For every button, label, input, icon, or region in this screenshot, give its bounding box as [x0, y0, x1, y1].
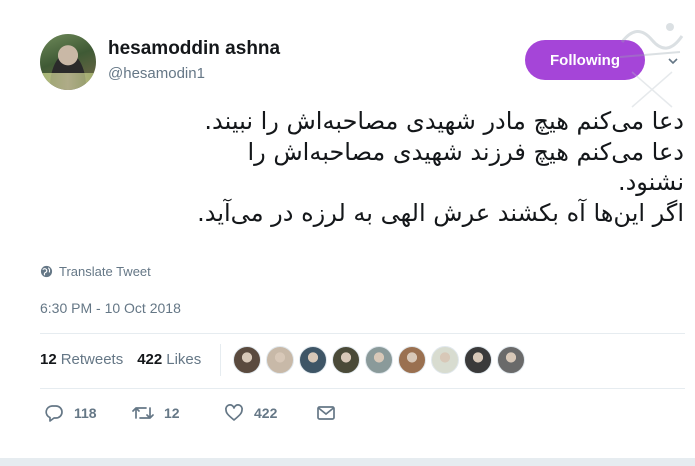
like-icon: [225, 404, 243, 421]
likes-count: 422: [137, 351, 163, 368]
liker-avatars: [233, 346, 525, 374]
liker-avatar[interactable]: [431, 346, 459, 374]
avatar[interactable]: [40, 34, 96, 90]
user-handle[interactable]: @hesamodin1: [108, 65, 205, 82]
translate-tweet-link[interactable]: Translate Tweet: [40, 264, 151, 279]
tweet-line: دعا می‌کنم هیچ مادر شهیدی مصاحبه‌اش را ن…: [204, 107, 684, 135]
globe-icon: [40, 265, 53, 278]
retweet-icon: [132, 407, 154, 419]
direct-message-icon: [317, 406, 335, 420]
liker-avatar[interactable]: [332, 346, 360, 374]
retweets-count: 12: [40, 351, 57, 368]
reply-count: 118: [74, 405, 97, 421]
likes-stat[interactable]: 422 Likes: [137, 351, 201, 368]
divider: [0, 458, 695, 466]
divider: [40, 388, 685, 389]
retweets-stat[interactable]: 12 Retweets: [40, 351, 123, 368]
retweets-label: Retweets: [60, 351, 124, 368]
reply-button[interactable]: 118: [44, 403, 132, 423]
user-display-name[interactable]: hesamoddin ashna: [108, 38, 280, 60]
like-count: 422: [254, 405, 278, 421]
tweet-stats: 12 Retweets 422 Likes: [40, 351, 201, 368]
divider: [40, 333, 685, 334]
divider: [220, 344, 221, 376]
like-button[interactable]: 422: [224, 403, 316, 423]
translate-tweet-label: Translate Tweet: [59, 264, 151, 279]
liker-avatar[interactable]: [266, 346, 294, 374]
liker-avatar[interactable]: [497, 346, 525, 374]
tweet-line: دعا می‌کنم هیچ فرزند شهیدی مصاحبه‌اش را: [247, 137, 684, 166]
liker-avatar[interactable]: [398, 346, 426, 374]
tweet-line: نشنود.: [617, 168, 684, 196]
tweet-actions: 118 12 422: [44, 403, 336, 423]
retweet-count: 12: [164, 405, 180, 421]
liker-avatar[interactable]: [365, 346, 393, 374]
reply-icon: [45, 405, 63, 422]
liker-avatar[interactable]: [299, 346, 327, 374]
tweet-text: دعا می‌کنم هیچ مادر شهیدی مصاحبه‌اش را ن…: [20, 106, 684, 228]
liker-avatar[interactable]: [464, 346, 492, 374]
likes-label: Likes: [166, 351, 202, 368]
tweet-timestamp[interactable]: 6:30 PM - 10 Oct 2018: [40, 300, 181, 316]
liker-avatar[interactable]: [233, 346, 261, 374]
retweet-button[interactable]: 12: [132, 403, 224, 423]
direct-message-button[interactable]: [316, 404, 336, 422]
tweet-line: اگر این‌ها آه بکشند عرش الهی به لرزه در …: [197, 198, 684, 227]
